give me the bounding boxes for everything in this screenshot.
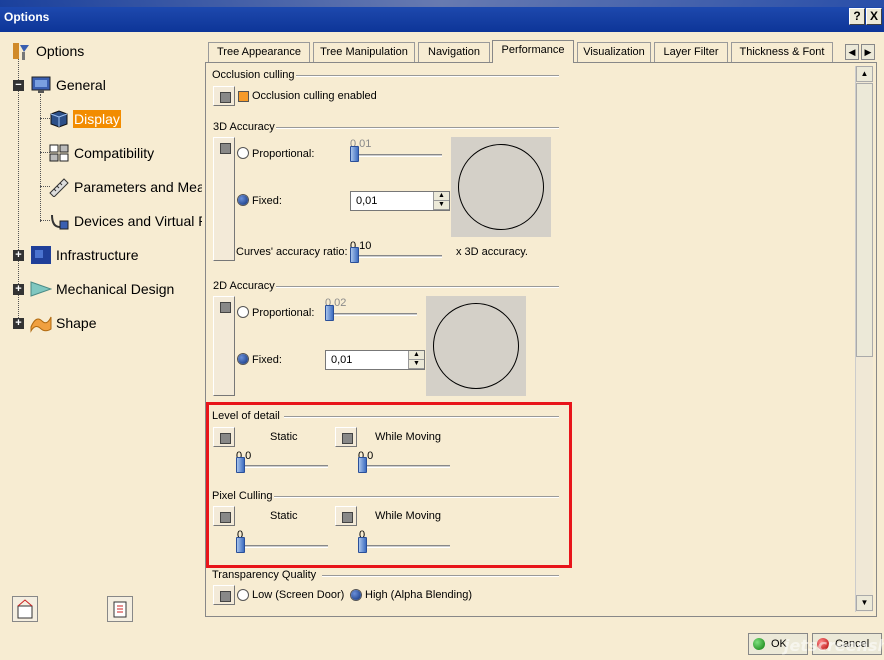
scroll-thumb[interactable] bbox=[856, 83, 873, 357]
tree-item-display[interactable]: Display bbox=[48, 108, 121, 130]
accuracy3d-proportional-label: Proportional: bbox=[252, 148, 315, 160]
occlusion-section-title: Occlusion culling bbox=[212, 69, 295, 81]
infrastructure-icon bbox=[30, 245, 52, 265]
tree-root-options[interactable]: Options bbox=[10, 40, 85, 62]
general-monitor-icon bbox=[30, 75, 52, 95]
accuracy3d-fixed-radio[interactable] bbox=[237, 194, 249, 206]
tree-item-devices[interactable]: Devices and Virtual R bbox=[48, 210, 202, 232]
tab-tree-manipulation[interactable]: Tree Manipulation bbox=[313, 42, 415, 62]
transparency-high-label: High (Alpha Blending) bbox=[365, 589, 473, 601]
display-cube-icon bbox=[48, 109, 70, 129]
tab-layer-filter[interactable]: Layer Filter bbox=[654, 42, 728, 62]
mechanical-design-icon bbox=[30, 279, 53, 299]
tree-item-shape[interactable]: Shape bbox=[30, 312, 97, 334]
curves-accuracy-label: Curves' accuracy ratio: bbox=[236, 246, 348, 258]
tree-item-mechanical-design[interactable]: Mechanical Design bbox=[30, 278, 175, 300]
panel-scrollbar[interactable]: ▲ ▼ bbox=[855, 66, 873, 612]
accuracy3d-section-title: 3D Accuracy bbox=[213, 121, 275, 133]
titlebar-background-strip bbox=[0, 0, 884, 7]
shape-surface-icon bbox=[30, 313, 52, 333]
scroll-up-icon[interactable]: ▲ bbox=[856, 66, 873, 82]
accuracy3d-preview bbox=[451, 137, 551, 237]
tab-scroll-right-icon[interactable]: ▶ bbox=[861, 44, 875, 60]
accuracy2d-lock-button[interactable] bbox=[213, 296, 235, 396]
tab-performance[interactable]: Performance bbox=[492, 40, 574, 63]
compatibility-icon bbox=[48, 143, 70, 163]
tree-collapse-general[interactable]: − bbox=[13, 80, 24, 91]
accuracy3d-fixed-label: Fixed: bbox=[252, 195, 282, 207]
tab-thickness-font[interactable]: Thickness & Font bbox=[731, 42, 833, 62]
tab-navigation[interactable]: Navigation bbox=[418, 42, 490, 62]
accuracy2d-fixed-label: Fixed: bbox=[252, 354, 282, 366]
tree-expand-infrastructure[interactable]: + bbox=[13, 250, 24, 261]
window-title: Options bbox=[4, 10, 50, 24]
ok-check-icon bbox=[753, 638, 765, 650]
tab-scroll-left-icon[interactable]: ◀ bbox=[845, 44, 859, 60]
tab-visualization[interactable]: Visualization bbox=[577, 42, 651, 62]
annotation-highlight-frame bbox=[206, 402, 572, 568]
accuracy3d-preview-circle bbox=[458, 144, 544, 230]
accuracy2d-proportional-label: Proportional: bbox=[252, 307, 315, 319]
parameters-ruler-icon bbox=[48, 177, 70, 198]
occlusion-checkbox[interactable] bbox=[238, 91, 249, 102]
tree-expand-shape[interactable]: + bbox=[13, 318, 24, 329]
tree-item-parameters[interactable]: Parameters and Meas bbox=[48, 176, 202, 198]
devices-icon bbox=[48, 211, 70, 231]
tree-expand-mechanical[interactable]: + bbox=[13, 284, 24, 295]
accuracy2d-preview bbox=[426, 296, 526, 396]
occlusion-lock-button[interactable] bbox=[213, 86, 235, 106]
accuracy3d-proportional-slider[interactable] bbox=[350, 146, 359, 162]
accuracy3d-fixed-spinner[interactable]: 0,01 ▲ ▼ bbox=[350, 191, 450, 211]
accuracy2d-section-title: 2D Accuracy bbox=[213, 280, 275, 292]
accuracy2d-fixed-radio[interactable] bbox=[237, 353, 249, 365]
spin-up-icon[interactable]: ▲ bbox=[409, 351, 424, 360]
options-tools-icon[interactable] bbox=[107, 596, 133, 622]
accuracy2d-proportional-slider[interactable] bbox=[325, 305, 334, 321]
occlusion-checkbox-label: Occlusion culling enabled bbox=[252, 90, 377, 102]
spin-down-icon[interactable]: ▼ bbox=[409, 360, 424, 369]
options-tabs: Tree Appearance Tree Manipulation Naviga… bbox=[206, 40, 884, 63]
accuracy3d-proportional-radio[interactable] bbox=[237, 147, 249, 159]
accuracy3d-lock-button[interactable] bbox=[213, 137, 235, 261]
transparency-lock-button[interactable] bbox=[213, 585, 235, 605]
curves-accuracy-suffix: x 3D accuracy. bbox=[456, 246, 528, 258]
transparency-high-radio[interactable] bbox=[350, 589, 362, 601]
transparency-section-title: Transparency Quality bbox=[212, 569, 317, 581]
tree-item-infrastructure[interactable]: Infrastructure bbox=[30, 244, 139, 266]
transparency-low-radio[interactable] bbox=[237, 589, 249, 601]
tree-item-general[interactable]: General bbox=[30, 74, 107, 96]
window-titlebar: Options ? X bbox=[0, 0, 884, 32]
watermark-logo: jetscreenshot bbox=[784, 636, 884, 655]
accuracy2d-fixed-spinner[interactable]: 0,01 ▲ ▼ bbox=[325, 350, 425, 370]
spin-down-icon[interactable]: ▼ bbox=[434, 201, 449, 210]
transparency-low-label: Low (Screen Door) bbox=[252, 589, 345, 601]
spin-up-icon[interactable]: ▲ bbox=[434, 192, 449, 201]
reset-options-icon[interactable] bbox=[12, 596, 38, 622]
curves-accuracy-slider[interactable] bbox=[350, 247, 359, 263]
accuracy2d-preview-circle bbox=[433, 303, 519, 389]
help-button[interactable]: ? bbox=[849, 8, 865, 25]
accuracy2d-proportional-radio[interactable] bbox=[237, 306, 249, 318]
tab-tree-appearance[interactable]: Tree Appearance bbox=[208, 42, 310, 62]
scroll-down-icon[interactable]: ▼ bbox=[856, 595, 873, 611]
options-tree: Options − General Display Compatibility … bbox=[4, 34, 202, 594]
close-button[interactable]: X bbox=[866, 8, 882, 25]
tree-item-compatibility[interactable]: Compatibility bbox=[48, 142, 155, 164]
options-root-icon bbox=[10, 41, 32, 61]
